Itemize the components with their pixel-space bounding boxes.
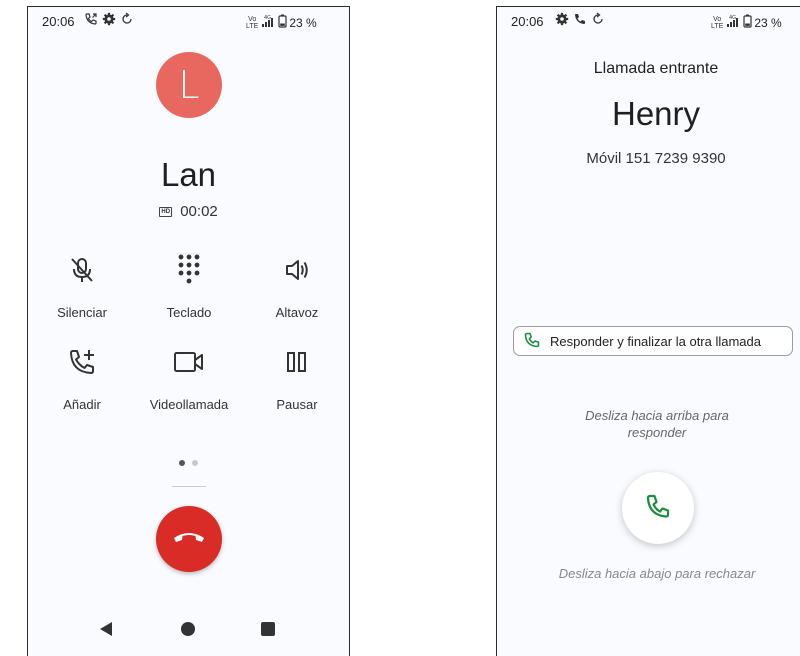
back-icon[interactable]: [99, 621, 113, 642]
svg-text:4G: 4G: [264, 15, 271, 21]
video-camera-icon: [139, 345, 239, 379]
speaker-label: Altavoz: [275, 305, 319, 320]
pause-button[interactable]: Pausar: [247, 345, 347, 412]
caller-number: Móvil 151 7239 9390: [586, 150, 726, 167]
ongoing-call-screen: 20:06 Vo LTE 4G 23 % L Lan HD 00:02 Sile…: [27, 6, 350, 656]
sync-icon: [120, 12, 134, 26]
hang-up-icon: [172, 529, 206, 550]
navigation-bar: [28, 617, 349, 641]
signal-icon: 4G: [725, 15, 741, 31]
end-call-button[interactable]: [156, 506, 222, 572]
volte-indicator: Vo LTE: [711, 15, 724, 30]
settings-gear-icon: [102, 12, 116, 26]
mute-label: Silenciar: [57, 305, 107, 320]
dialpad-icon: [139, 253, 239, 287]
status-bar: 20:06 Vo LTE 4G 23 %: [28, 7, 349, 35]
page-dot-1[interactable]: [179, 460, 185, 466]
add-call-label: Añadir: [63, 397, 101, 412]
pause-label: Pausar: [276, 397, 318, 412]
incoming-call-label: Llamada entrante: [593, 60, 719, 77]
divider: [172, 486, 206, 487]
caller-name: Henry: [611, 95, 701, 132]
status-bar: 20:06 Vo LTE 4G 23 %: [497, 7, 800, 35]
mute-button[interactable]: Silenciar: [32, 253, 132, 320]
swipe-down-hint: Desliza hacia abajo para rechazar: [558, 566, 756, 581]
battery-percent: 23 %: [754, 15, 782, 30]
settings-gear-icon: [555, 12, 569, 26]
keypad-button[interactable]: Teclado: [139, 253, 239, 320]
pause-icon: [247, 345, 347, 379]
video-call-button[interactable]: Videollamada: [139, 345, 239, 412]
contact-avatar: L: [156, 52, 222, 118]
call-duration: 00:02: [180, 203, 218, 220]
recent-apps-icon[interactable]: [261, 622, 275, 636]
caller-name: Lan: [160, 156, 217, 193]
phone-icon: [524, 332, 540, 351]
home-icon[interactable]: [181, 622, 195, 636]
swipe-up-hint: Desliza hacia arriba para responder: [585, 408, 729, 440]
battery-icon: [743, 14, 752, 31]
phone-icon: [645, 493, 671, 524]
battery-icon: [278, 14, 287, 31]
incoming-call-screen: 20:06 Vo LTE 4G 23 % Llamada entrante Hen…: [496, 6, 800, 656]
call-timer: HD 00:02: [28, 203, 349, 220]
battery-percent: 23 %: [289, 15, 317, 30]
video-call-label: Videollamada: [149, 397, 229, 412]
phone-icon: [573, 12, 587, 26]
call-forward-icon: [84, 12, 98, 26]
keypad-label: Teclado: [166, 305, 212, 320]
speaker-icon: [247, 253, 347, 287]
page-dot-2[interactable]: [192, 460, 198, 466]
answer-call-button[interactable]: [622, 472, 694, 544]
page-indicator[interactable]: [28, 460, 349, 466]
sync-icon: [591, 12, 605, 26]
add-call-button[interactable]: Añadir: [32, 345, 132, 412]
answer-and-end-other-call-button[interactable]: Responder y finalizar la otra llamada: [513, 326, 793, 356]
hd-voice-icon: HD: [159, 206, 173, 217]
speaker-button[interactable]: Altavoz: [247, 253, 347, 320]
add-call-icon: [32, 345, 132, 379]
status-time: 20:06: [511, 14, 544, 29]
volte-indicator: Vo LTE: [246, 15, 259, 30]
svg-text:4G: 4G: [729, 15, 736, 21]
status-time: 20:06: [42, 14, 75, 29]
signal-icon: 4G: [260, 15, 276, 31]
answer-and-end-label: Responder y finalizar la otra llamada: [550, 333, 761, 349]
mic-off-icon: [32, 253, 132, 287]
